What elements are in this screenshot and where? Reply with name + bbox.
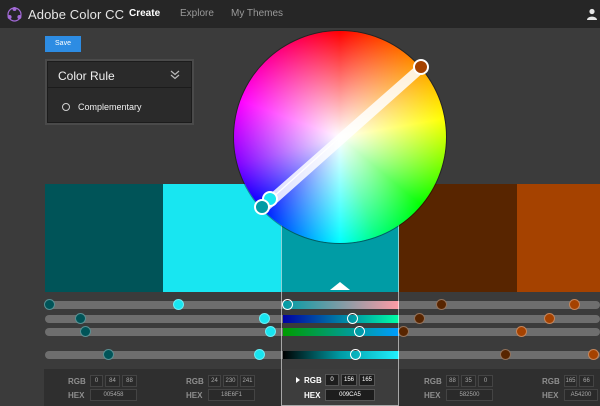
slider-knob[interactable] bbox=[436, 299, 447, 310]
user-icon[interactable] bbox=[586, 8, 598, 20]
rgb-label: RGB bbox=[186, 377, 204, 386]
rgb-label: RGB bbox=[68, 377, 86, 386]
adobe-color-logo-icon[interactable] bbox=[6, 6, 23, 23]
color-rule-title[interactable]: Color Rule bbox=[58, 69, 115, 83]
color-rule-panel: Color Rule Complementary bbox=[47, 61, 192, 123]
swatch-1[interactable] bbox=[45, 184, 163, 292]
color-wheel-handles bbox=[254, 59, 429, 215]
hex-field[interactable]: 582500 bbox=[446, 389, 493, 401]
b-field[interactable]: 0 bbox=[478, 375, 493, 387]
slider-knob[interactable] bbox=[265, 326, 276, 337]
slider-knob[interactable] bbox=[80, 326, 91, 337]
wheel-handle-base[interactable] bbox=[254, 199, 270, 215]
g-field[interactable]: 66 bbox=[579, 375, 594, 387]
g-field[interactable]: 35 bbox=[461, 375, 476, 387]
hex-field[interactable]: A54200 bbox=[564, 389, 598, 401]
slider-knob[interactable] bbox=[398, 326, 409, 337]
complementary-axis bbox=[261, 64, 425, 210]
rgb-label: RGB bbox=[542, 377, 560, 386]
b-field[interactable]: 88 bbox=[122, 375, 137, 387]
hex-label: HEX bbox=[186, 391, 203, 400]
handle-line bbox=[270, 136, 341, 200]
top-bar: Adobe Color CC Create Explore My Themes bbox=[0, 0, 600, 28]
nav-my-themes[interactable]: My Themes bbox=[231, 8, 283, 19]
r-field[interactable]: 88 bbox=[446, 375, 459, 387]
nav-create[interactable]: Create bbox=[129, 8, 160, 19]
slider-knob[interactable] bbox=[173, 299, 184, 310]
slider-knob[interactable] bbox=[75, 313, 86, 324]
slider-knob[interactable] bbox=[44, 299, 55, 310]
hex-field[interactable]: 18E6F1 bbox=[208, 389, 255, 401]
slider-knob[interactable] bbox=[414, 313, 425, 324]
save-button[interactable]: Save bbox=[45, 36, 81, 52]
panel-divider bbox=[48, 87, 191, 88]
slider-knob[interactable] bbox=[516, 326, 527, 337]
g-field[interactable]: 84 bbox=[105, 375, 120, 387]
hex-label: HEX bbox=[424, 391, 441, 400]
double-chevron-down-icon[interactable] bbox=[170, 70, 180, 80]
slider-knob[interactable] bbox=[500, 349, 511, 360]
wheel-handle-orange[interactable] bbox=[413, 59, 429, 75]
slider-knob[interactable] bbox=[103, 349, 114, 360]
hex-label: HEX bbox=[542, 391, 559, 400]
r-field[interactable]: 165 bbox=[564, 375, 577, 387]
nav-explore[interactable]: Explore bbox=[180, 8, 214, 19]
swatch-5[interactable] bbox=[517, 184, 600, 292]
slider-knob[interactable] bbox=[544, 313, 555, 324]
g-field[interactable]: 230 bbox=[223, 375, 238, 387]
hex-label: HEX bbox=[68, 391, 85, 400]
b-field[interactable]: 241 bbox=[240, 375, 255, 387]
r-field[interactable]: 0 bbox=[90, 375, 103, 387]
rgb-label: RGB bbox=[424, 377, 442, 386]
rule-option-complementary[interactable]: Complementary bbox=[62, 101, 192, 115]
slider-knob[interactable] bbox=[259, 313, 270, 324]
slider-knob[interactable] bbox=[254, 349, 265, 360]
radio-button-icon[interactable] bbox=[62, 103, 70, 111]
app-title[interactable]: Adobe Color CC bbox=[28, 7, 124, 22]
r-field[interactable]: 24 bbox=[208, 375, 221, 387]
slider-knob[interactable] bbox=[569, 299, 580, 310]
slider-knob[interactable] bbox=[588, 349, 599, 360]
hex-field[interactable]: 005458 bbox=[90, 389, 137, 401]
rule-option-label: Complementary bbox=[78, 102, 142, 112]
